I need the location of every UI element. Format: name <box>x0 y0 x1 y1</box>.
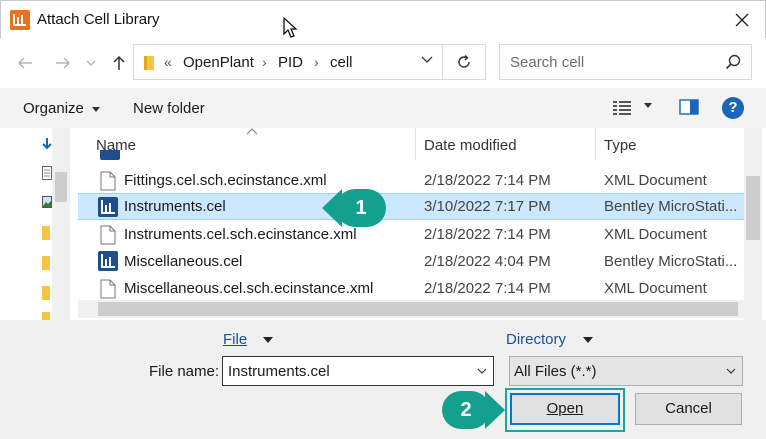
back-arrow-icon <box>17 57 32 69</box>
table-row[interactable] <box>78 150 744 160</box>
file-type: Bentley MicroStati... <box>604 198 738 215</box>
up-button[interactable] <box>108 52 130 74</box>
search-box[interactable]: Search cell <box>499 44 752 80</box>
caret-down-icon[interactable] <box>263 337 273 343</box>
breadcrumb-separator: › <box>314 54 319 70</box>
cell-library-icon <box>98 197 118 217</box>
cancel-button[interactable]: Cancel <box>635 393 742 425</box>
table-row[interactable]: Fittings.cel.sch.ecinstance.xml 2/18/202… <box>78 167 744 194</box>
cell-library-icon <box>98 251 118 271</box>
callout-pointer-2 <box>485 391 505 429</box>
table-row-selected[interactable]: Instruments.cel 3/10/2022 7:17 PM Bentle… <box>78 193 744 220</box>
sort-ascending-icon <box>246 128 258 135</box>
pictures-icon[interactable] <box>42 196 52 208</box>
breadcrumb-separator: › <box>262 54 267 70</box>
refresh-button[interactable] <box>443 44 486 80</box>
breadcrumb-overflow[interactable]: « <box>164 54 172 70</box>
table-row[interactable]: Miscellaneous.cel.sch.ecinstance.xml 2/1… <box>78 275 744 302</box>
file-name: Instruments.cel <box>124 198 226 215</box>
navigation-pane-scrollbar[interactable] <box>52 128 70 320</box>
window-title: Attach Cell Library <box>37 11 160 28</box>
forward-button[interactable] <box>52 52 74 74</box>
search-input[interactable]: Search cell <box>510 54 584 71</box>
chevron-down-icon[interactable] <box>477 368 487 374</box>
breadcrumb-openplant[interactable]: OpenPlant <box>183 54 254 71</box>
xml-file-icon <box>100 171 116 191</box>
close-icon <box>735 13 749 27</box>
file-date: 2/18/2022 7:14 PM <box>424 172 551 189</box>
title-bar: Attach Cell Library <box>0 0 766 38</box>
organize-button[interactable]: Organize <box>23 100 101 117</box>
file-type-filter[interactable]: All Files (*.*) <box>509 356 743 386</box>
help-icon[interactable]: ? <box>722 97 744 119</box>
open-button-label: Open <box>546 400 584 417</box>
file-date: 2/18/2022 7:14 PM <box>424 226 551 243</box>
file-name: Instruments.cel.sch.ecinstance.xml <box>124 226 357 243</box>
command-toolbar: Organize New folder ? <box>0 88 766 128</box>
folder-icon[interactable] <box>42 312 50 320</box>
breadcrumb-cell[interactable]: cell <box>330 54 353 71</box>
table-row[interactable]: Instruments.cel.sch.ecinstance.xml 2/18/… <box>78 221 744 248</box>
file-type: XML Document <box>604 172 707 189</box>
file-type: XML Document <box>604 226 707 243</box>
file-name: Fittings.cel.sch.ecinstance.xml <box>124 172 327 189</box>
step-callout-2: 2 <box>442 391 490 429</box>
file-type: Bentley MicroStati... <box>604 253 738 270</box>
file-name-field[interactable]: Instruments.cel <box>222 356 494 386</box>
folder-icon[interactable] <box>42 256 50 270</box>
organize-label: Organize <box>23 100 84 117</box>
new-folder-button[interactable]: New folder <box>133 100 205 117</box>
file-name-value[interactable]: Instruments.cel <box>228 363 330 380</box>
chevron-down-icon[interactable] <box>421 56 433 64</box>
caret-down-icon[interactable] <box>583 337 593 343</box>
address-bar[interactable]: « OpenPlant › PID › cell <box>133 44 443 80</box>
up-arrow-icon <box>113 55 125 70</box>
breadcrumb-pid[interactable]: PID <box>278 54 303 71</box>
back-button[interactable] <box>14 52 36 74</box>
file-name: Miscellaneous.cel <box>124 253 243 270</box>
file-menu[interactable]: File <box>223 331 247 348</box>
search-icon[interactable] <box>725 54 741 70</box>
file-date: 2/18/2022 4:04 PM <box>424 253 551 270</box>
folder-icon[interactable] <box>42 286 50 300</box>
table-row[interactable]: Miscellaneous.cel 2/18/2022 4:04 PM Bent… <box>78 248 744 275</box>
step-callout-1: 1 <box>336 189 386 227</box>
file-date: 2/18/2022 7:14 PM <box>424 280 551 297</box>
document-icon[interactable] <box>42 166 52 180</box>
view-options-icon[interactable] <box>613 100 631 116</box>
recent-locations-button[interactable] <box>84 52 98 74</box>
vertical-scroll-thumb[interactable] <box>746 176 760 240</box>
caret-down-icon[interactable] <box>644 103 652 108</box>
chevron-down-icon <box>726 368 736 374</box>
horizontal-scroll-thumb[interactable] <box>98 302 738 316</box>
file-type: XML Document <box>604 280 707 297</box>
cell-library-icon <box>100 150 120 160</box>
folder-icon[interactable] <box>42 226 50 240</box>
file-name: Miscellaneous.cel.sch.ecinstance.xml <box>124 280 374 297</box>
caret-down-icon <box>92 106 101 112</box>
preview-pane-icon[interactable] <box>679 99 699 115</box>
xml-file-icon <box>100 225 116 245</box>
quick-access-icon[interactable] <box>42 138 52 152</box>
forward-arrow-icon <box>56 57 71 69</box>
file-date: 3/10/2022 7:17 PM <box>424 198 551 215</box>
file-type-filter-value: All Files (*.*) <box>514 363 597 380</box>
close-button[interactable] <box>727 5 757 35</box>
folder-icon <box>144 56 154 70</box>
directory-menu[interactable]: Directory <box>506 331 566 348</box>
navigation-pane-scroll-thumb[interactable] <box>55 172 67 202</box>
file-list[interactable]: Name Date modified Type Fittings.cel.sch… <box>78 128 744 320</box>
xml-file-icon <box>100 279 116 299</box>
open-button[interactable]: Open <box>510 393 620 425</box>
navigation-bar: « OpenPlant › PID › cell Search cell <box>0 38 766 88</box>
refresh-icon <box>458 54 470 68</box>
file-name-label: File name: <box>149 363 220 380</box>
app-icon <box>10 10 30 30</box>
chevron-down-icon <box>86 60 96 66</box>
